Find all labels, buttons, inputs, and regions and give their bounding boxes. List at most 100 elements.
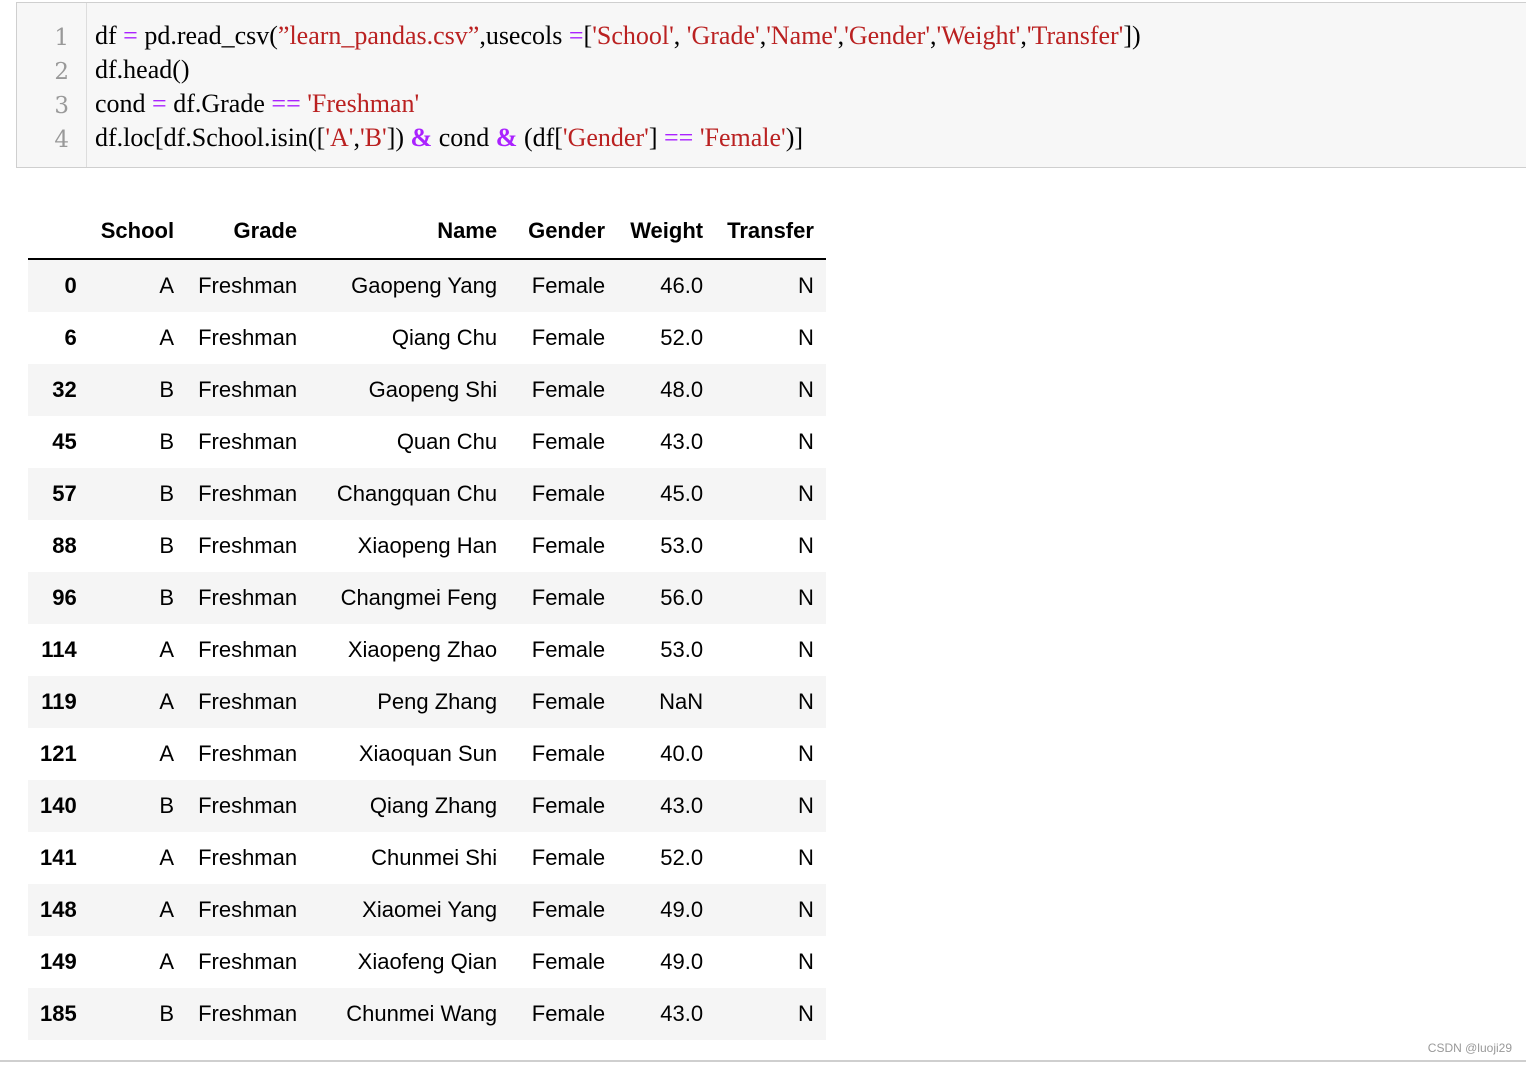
line-number: 2 <box>54 59 69 85</box>
column-header-gender: Gender <box>509 204 618 260</box>
cell-gender: Female <box>531 273 606 298</box>
cell-school: A <box>159 949 175 974</box>
cell-school: B <box>159 533 175 558</box>
table-row: 96 B Freshman Changmei Feng Female 56.0 N <box>28 572 826 624</box>
cell-gender: Female <box>531 377 606 402</box>
code-token: 'A' <box>325 123 354 152</box>
table-header: School Grade Name Gender Weight Transfer <box>28 204 826 260</box>
code-token: & <box>410 123 433 152</box>
code-line[interactable]: df.loc[df.School.isin(['A','B']) & cond … <box>95 121 803 155</box>
code-token: )] <box>785 123 804 152</box>
table-row: 119 A Freshman Peng Zhang Female NaN N <box>28 676 826 728</box>
cell-grade: Freshman <box>198 689 298 714</box>
cell-transfer: N <box>798 897 814 922</box>
cell-school: A <box>159 897 175 922</box>
code-line[interactable]: df.head() <box>95 53 190 87</box>
code-token: ”learn_pandas.csv” <box>277 21 480 50</box>
cell-weight: 43.0 <box>660 793 704 818</box>
code-token: = <box>568 21 584 50</box>
cell-weight: 52.0 <box>660 325 704 350</box>
code-token: = <box>123 21 138 50</box>
cell-gender: Female <box>531 897 606 922</box>
line-number: 1 <box>54 25 69 51</box>
cell-grade: Freshman <box>198 481 298 506</box>
table-row: 140 B Freshman Qiang Zhang Female 43.0 N <box>28 780 826 832</box>
table-row: 6 A Freshman Qiang Chu Female 52.0 N <box>28 312 826 364</box>
code-token: ]) <box>1123 21 1141 50</box>
code-token: 'Grade' <box>686 21 760 50</box>
cell-transfer: N <box>798 273 814 298</box>
cell-grade: Freshman <box>198 325 298 350</box>
cell-school: B <box>159 429 175 454</box>
cell-grade: Freshman <box>198 273 298 298</box>
code-token: == <box>663 123 694 152</box>
cell-name: Qiang Zhang <box>369 793 498 818</box>
cell-school: A <box>159 637 175 662</box>
cell-grade: Freshman <box>198 377 298 402</box>
cell-name: Peng Zhang <box>377 689 498 714</box>
cell-gender: Female <box>531 637 606 662</box>
table-row: 88 B Freshman Xiaopeng Han Female 53.0 N <box>28 520 826 572</box>
cell-weight: 53.0 <box>660 533 704 558</box>
line-number: 3 <box>54 93 69 119</box>
cell-name: Gaopeng Yang <box>351 273 498 298</box>
row-index: 185 <box>40 1001 77 1026</box>
code-token: df <box>95 21 124 50</box>
cell-gender: Female <box>531 793 606 818</box>
table-row: 57 B Freshman Changquan Chu Female 45.0 N <box>28 468 826 520</box>
cell-gender: Female <box>531 689 606 714</box>
cell-gender: Female <box>531 741 606 766</box>
cell-transfer: N <box>798 949 814 974</box>
cell-weight: 43.0 <box>660 1001 704 1026</box>
cell-transfer: N <box>798 689 814 714</box>
code-token: 'Freshman' <box>307 89 420 118</box>
cell-school: A <box>159 273 175 298</box>
table-row: 0 A Freshman Gaopeng Yang Female 46.0 N <box>28 259 826 312</box>
cell-transfer: N <box>798 429 814 454</box>
code-line[interactable]: df = pd.read_csv(”learn_pandas.csv”,usec… <box>95 19 1141 53</box>
code-line[interactable]: cond = df.Grade == 'Freshman' <box>95 87 419 121</box>
code-token: , <box>673 21 687 50</box>
cell-transfer: N <box>798 533 814 558</box>
row-index: 149 <box>40 949 77 974</box>
cell-transfer: N <box>798 845 814 870</box>
row-index: 114 <box>41 637 77 662</box>
cell-school: B <box>159 585 175 610</box>
code-token: 'School' <box>592 21 674 50</box>
code-token: = <box>152 89 167 118</box>
table-body: 0 A Freshman Gaopeng Yang Female 46.0 N 6 A Fresh… <box>28 259 826 1040</box>
code-token: df.loc[df.School.isin([ <box>95 123 326 152</box>
code-token: ]) <box>386 123 411 152</box>
cell-weight: 43.0 <box>660 429 704 454</box>
cell-gender: Female <box>531 845 606 870</box>
cell-weight: NaN <box>659 689 704 714</box>
cell-gender: Female <box>531 585 606 610</box>
cell-weight: 49.0 <box>660 897 704 922</box>
code-token: 'Transfer' <box>1026 21 1124 50</box>
cell-grade: Freshman <box>198 637 298 662</box>
column-header-weight: Weight <box>617 204 716 260</box>
dataframe-table: School Grade Name Gender Weight Transfer 0 A Fr… <box>28 204 826 1040</box>
code-token: cond <box>95 89 153 118</box>
row-index: 88 <box>52 533 77 558</box>
code-token: df.head() <box>95 55 190 84</box>
code-cell[interactable]: 1 2 3 4 df = pd.read_csv(”learn_pandas.csv”… <box>16 2 1526 168</box>
code-token: cond <box>432 123 496 152</box>
cell-name: Chunmei Shi <box>371 845 498 870</box>
cell-school: B <box>159 377 175 402</box>
cell-transfer: N <box>798 793 814 818</box>
header-row: School Grade Name Gender Weight Transfer <box>28 204 826 260</box>
code-token: 'B' <box>360 123 387 152</box>
row-index: 121 <box>40 741 77 766</box>
row-index: 57 <box>52 481 77 506</box>
cell-transfer: N <box>798 1001 814 1026</box>
column-header-grade: Grade <box>186 204 310 260</box>
cell-gender: Female <box>531 949 606 974</box>
index-header <box>28 204 89 260</box>
code-token: df.Grade <box>166 89 272 118</box>
code-token: 'Gender' <box>844 21 931 50</box>
code-token: 'Female' <box>699 123 786 152</box>
row-index: 119 <box>41 689 77 714</box>
table-row: 45 B Freshman Quan Chu Female 43.0 N <box>28 416 826 468</box>
output-area: School Grade Name Gender Weight Transfer 0 A Fr… <box>28 204 826 1040</box>
